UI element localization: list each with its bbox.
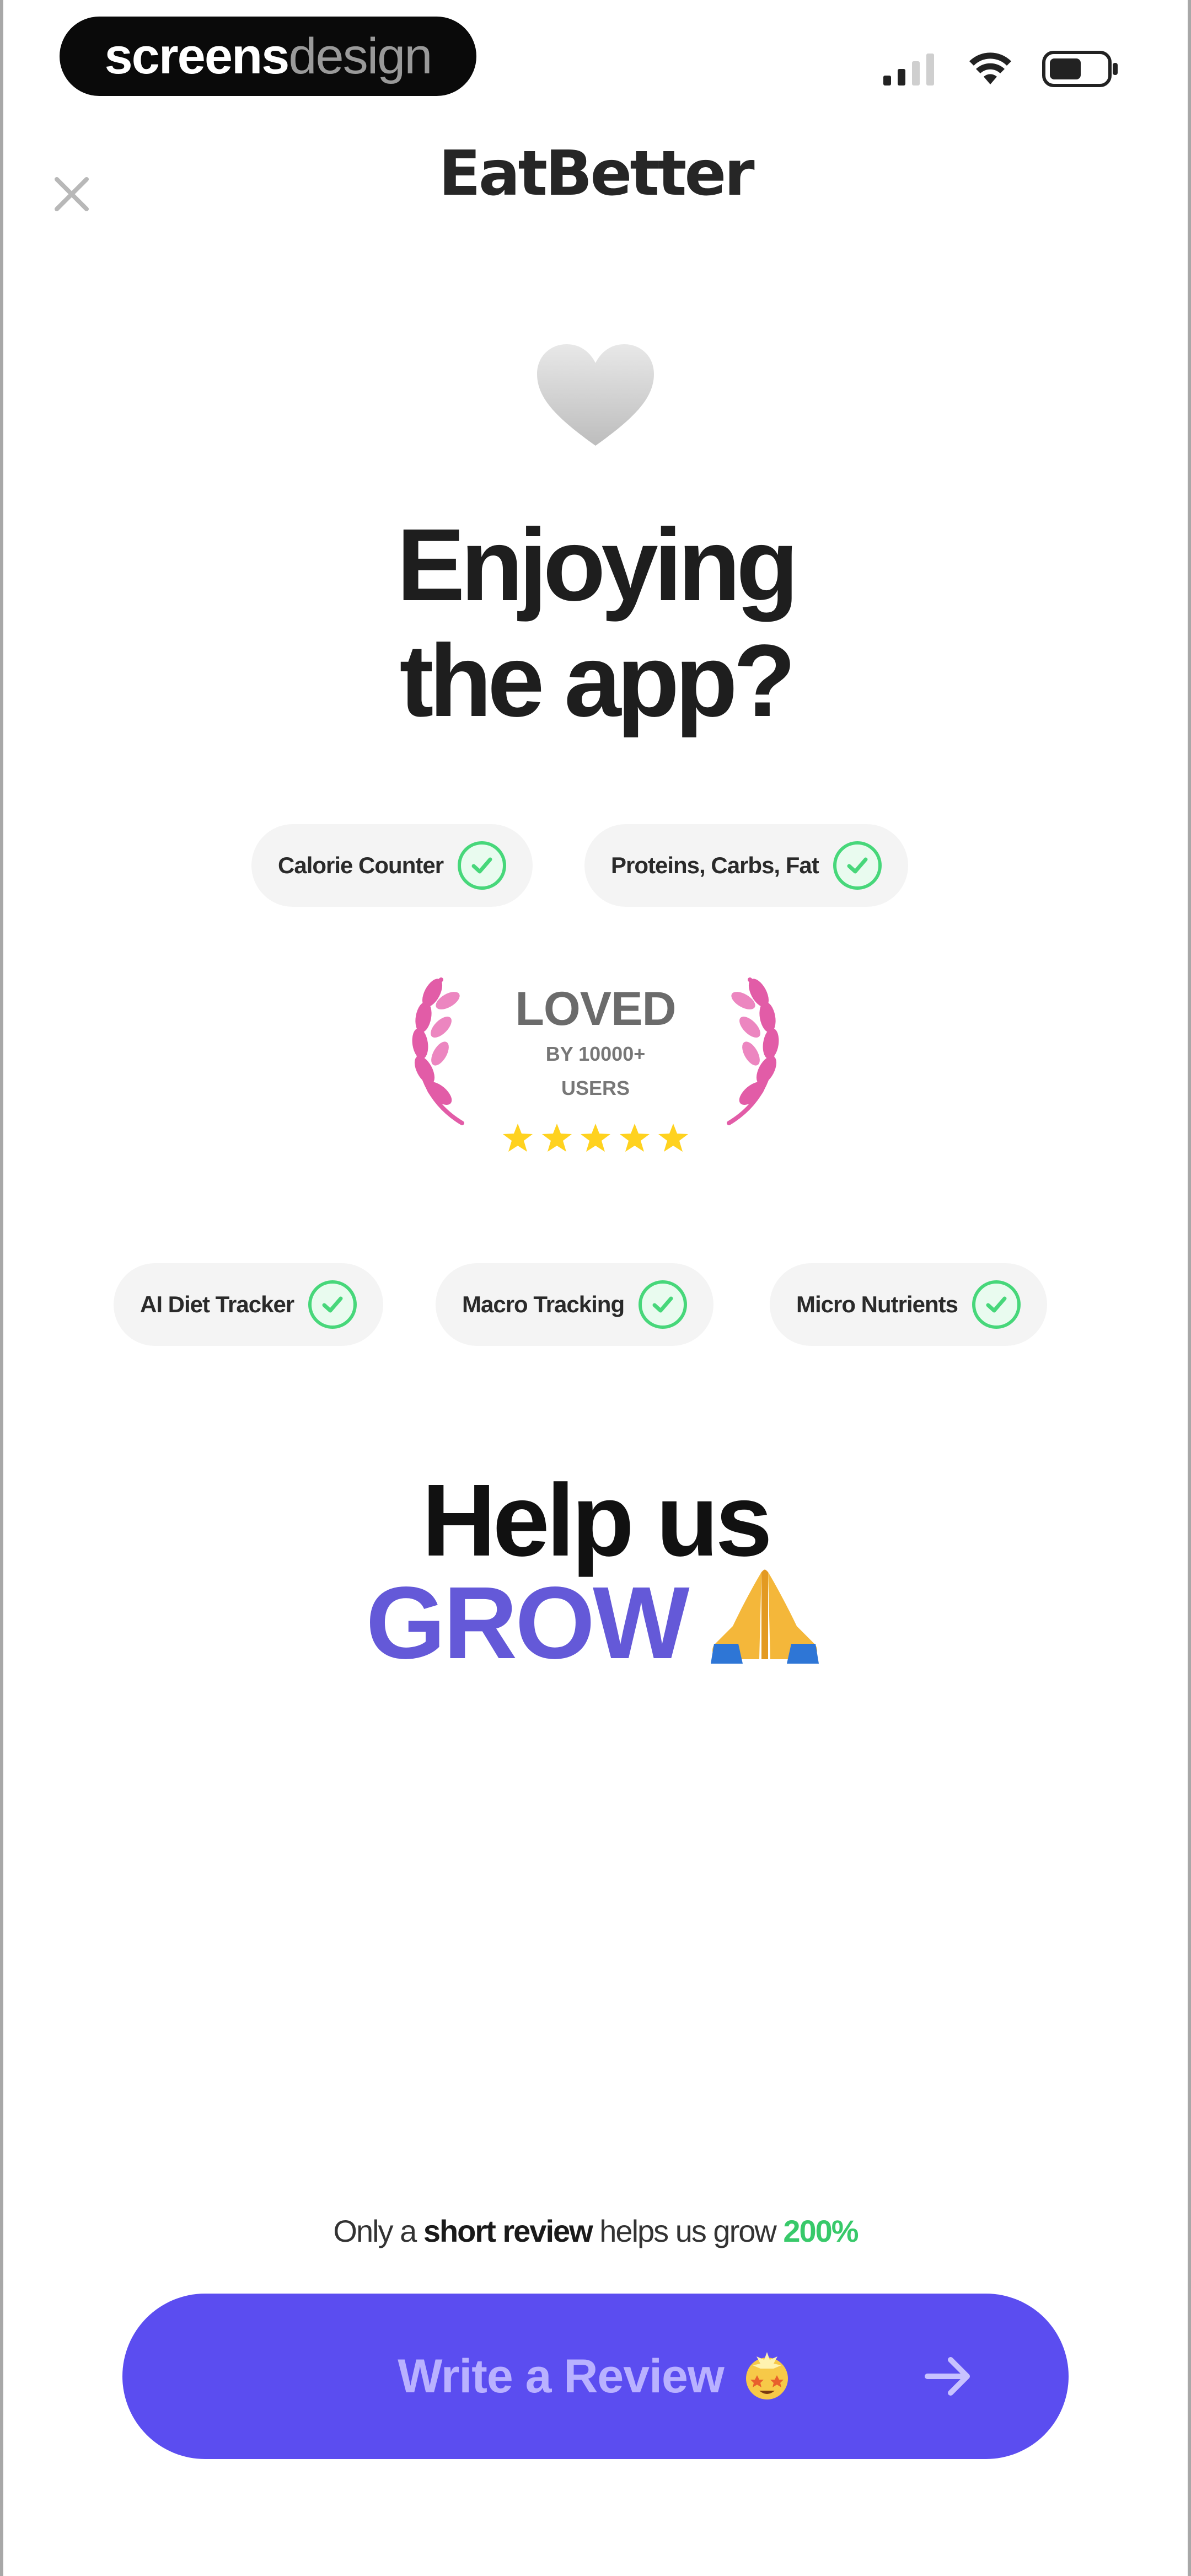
feature-chip-ai-diet-tracker: AI Diet Tracker: [114, 1263, 384, 1346]
feature-chip-label: Calorie Counter: [278, 852, 444, 878]
star-icon: [503, 1124, 533, 1152]
star-icon: [619, 1124, 650, 1152]
star-icon: [581, 1124, 610, 1152]
device-frame-right: [1188, 0, 1191, 2576]
feature-chip-label: Macro Tracking: [462, 1291, 625, 1317]
check-icon: [833, 841, 882, 890]
wifi-icon: [969, 52, 1011, 84]
feature-chip-calorie-counter: Calorie Counter: [251, 824, 533, 907]
arrow-right-icon: [925, 2357, 970, 2396]
heart-icon: [537, 344, 654, 446]
feature-chip-micro-nutrients: Micro Nutrients: [770, 1263, 1048, 1346]
praying-hands-icon: [710, 1569, 819, 1664]
feature-chip-label: Micro Nutrients: [796, 1291, 958, 1317]
check-icon: [639, 1280, 688, 1329]
footnote-percent: 200%: [783, 2214, 859, 2248]
check-icon: [458, 841, 507, 890]
help-title-line2: GROW: [0, 1561, 1191, 1682]
signal-icon: [883, 54, 934, 85]
footnote-bold: short review: [423, 2214, 593, 2248]
badge-subtitle-line2: USERS: [561, 1077, 630, 1099]
brand-text-primary: screens: [104, 28, 290, 84]
feature-chip-macros: Proteins, Carbs, Fat: [584, 824, 908, 907]
screen: screens design EatBetter Enjoying the ap…: [0, 0, 1191, 2576]
grow-text: GROW: [366, 1566, 689, 1680]
footnote-middle: helps us grow: [599, 2214, 777, 2248]
hero-title-line1: Enjoying: [396, 508, 798, 622]
star-struck-icon: [745, 2352, 788, 2399]
brand-text-secondary: design: [288, 28, 432, 84]
feature-chip-macro-tracking: Macro Tracking: [436, 1263, 714, 1346]
footnote-prefix: Only a: [333, 2214, 417, 2248]
write-review-button[interactable]: Write a Review: [122, 2294, 1069, 2459]
write-review-label: Write a Review: [398, 2349, 724, 2403]
device-frame-left: [0, 0, 3, 2576]
brand-watermark: screens design: [60, 17, 476, 96]
star-icon: [658, 1124, 688, 1152]
badge-subtitle-line1: BY 10000+: [545, 1043, 646, 1065]
check-icon: [972, 1280, 1021, 1329]
battery-icon: [1042, 51, 1118, 87]
app-title: EatBetter: [438, 138, 754, 210]
check-icon: [308, 1280, 357, 1329]
status-icons: [883, 51, 1119, 87]
rating-stars: [502, 1123, 689, 1153]
badge-title: LOVED: [515, 982, 676, 1035]
star-icon: [541, 1124, 572, 1152]
review-footnote: Only a short review helps us grow 200%: [0, 2213, 1191, 2249]
feature-chip-label: AI Diet Tracker: [140, 1291, 294, 1317]
feature-chip-label: Proteins, Carbs, Fat: [611, 852, 819, 878]
hero-title-line2: the app?: [399, 624, 796, 738]
